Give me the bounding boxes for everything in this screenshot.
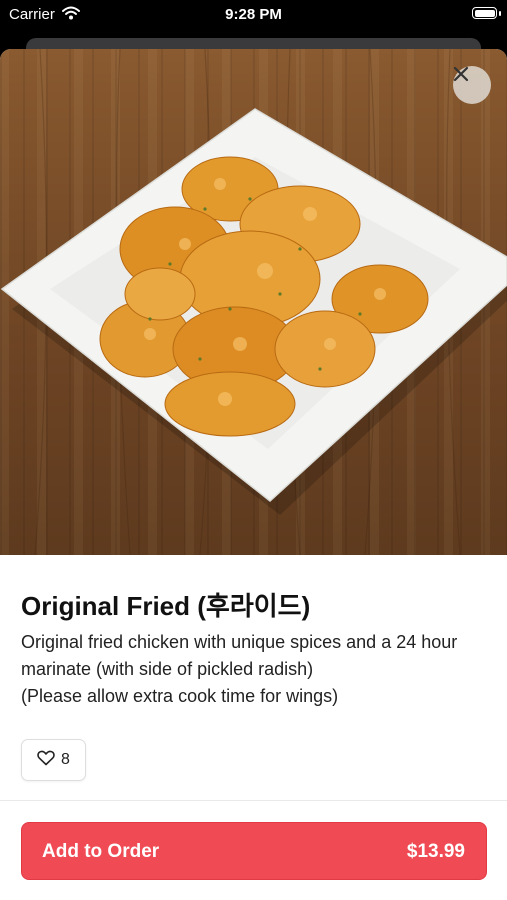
item-detail-sheet: Original Fried (후라이드) Original fried chi… xyxy=(0,49,507,900)
heart-icon xyxy=(37,750,55,771)
add-to-order-button[interactable]: Add to Order $13.99 xyxy=(21,822,487,880)
item-photo xyxy=(0,49,507,555)
like-button[interactable]: 8 xyxy=(21,739,86,781)
clock: 9:28 PM xyxy=(225,6,282,23)
add-to-order-label: Add to Order xyxy=(42,841,160,862)
item-description: Original fried chicken with unique spice… xyxy=(21,632,458,706)
battery-icon xyxy=(472,7,497,19)
status-bar: Carrier 9:28 PM xyxy=(0,0,507,30)
item-title: Original Fried (후라이드) xyxy=(21,591,311,621)
close-button[interactable] xyxy=(453,66,491,104)
divider xyxy=(0,800,507,801)
order-price: $13.99 xyxy=(406,841,465,862)
battery-tip xyxy=(499,11,501,16)
like-count: 8 xyxy=(61,751,70,768)
